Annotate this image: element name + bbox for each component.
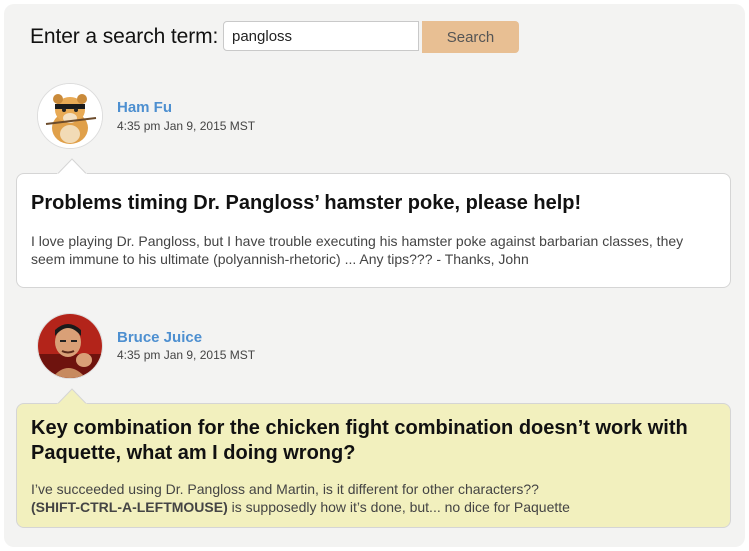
post-bubble: Problems timing Dr. Pangloss’ hamster po… (16, 158, 731, 288)
post-body-line: I’ve succeeded using Dr. Pangloss and Ma… (31, 481, 539, 497)
post-body: I love playing Dr. Pangloss, but I have … (31, 233, 684, 267)
post-bubble: Key combination for the chicken fight co… (16, 388, 731, 528)
bubble-pointer (57, 388, 87, 405)
search-bar: Enter a search term: Search (30, 20, 519, 54)
post-timestamp: 4:35 pm Jan 9, 2015 MST (117, 348, 256, 362)
post-title[interactable]: Problems timing Dr. Pangloss’ hamster po… (31, 191, 716, 216)
author-name[interactable]: Bruce Juice (117, 329, 202, 346)
bubble-pointer (57, 158, 87, 175)
fighter-avatar-icon[interactable] (37, 313, 103, 379)
search-label: Enter a search term: (30, 25, 219, 48)
post-body: I’ve succeeded using Dr. Pangloss and Ma… (31, 480, 716, 516)
post-title[interactable]: Key combination for the chicken fight co… (31, 416, 716, 466)
post-body-rest: is supposedly how it’s done, but... no d… (227, 499, 570, 515)
post-timestamp: 4:35 pm Jan 9, 2015 MST (117, 119, 256, 133)
hamster-avatar-icon[interactable] (37, 83, 103, 149)
search-button[interactable]: Search (422, 21, 519, 53)
key-combo-text: (SHIFT-CTRL-A-LEFTMOUSE) (31, 499, 228, 515)
author-name[interactable]: Ham Fu (117, 99, 172, 116)
search-input[interactable] (223, 21, 419, 51)
